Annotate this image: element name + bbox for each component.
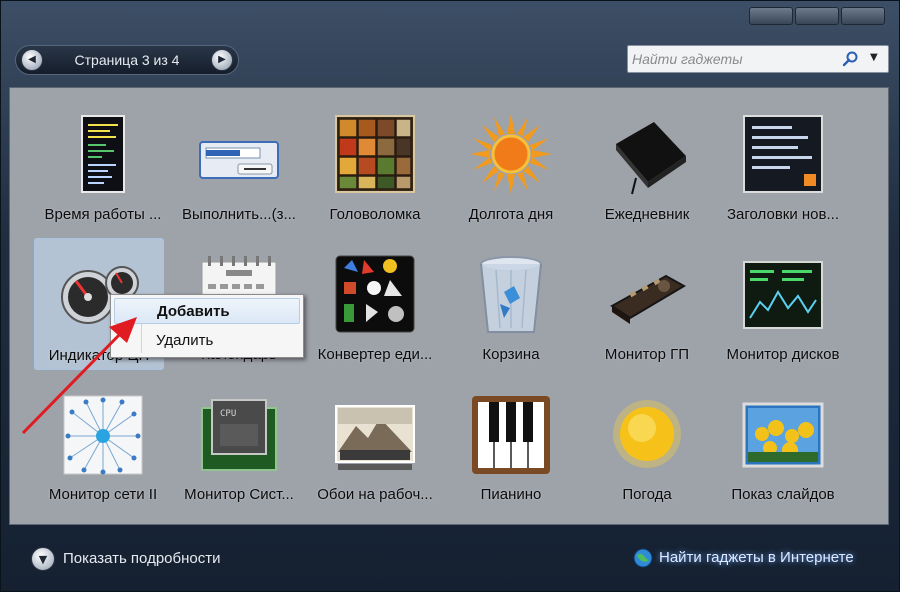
show-details-label[interactable]: Показать подробности: [63, 550, 220, 567]
chevron-right-icon: ▶: [218, 54, 226, 65]
piano-icon: [472, 396, 550, 474]
previous-page-button[interactable]: ◀: [21, 49, 43, 71]
gadget-tile[interactable]: Выполнить...(з...: [174, 98, 304, 230]
search-dropdown-button[interactable]: ▼: [870, 52, 882, 66]
search-icon[interactable]: [842, 50, 860, 68]
gadget-label: Корзина: [482, 346, 540, 363]
gadget-label: Выполнить...(з...: [182, 206, 296, 223]
search-input[interactable]: [632, 49, 842, 69]
news-headlines-icon: [743, 115, 823, 193]
gadget-gallery: Время работы ... Выполнить...(з... Голов…: [9, 87, 889, 525]
search-box: ▼: [627, 45, 889, 73]
gadget-label: Монитор сети II: [48, 486, 158, 503]
gadget-tile[interactable]: Конвертер еди...: [310, 238, 440, 370]
gadget-tile[interactable]: Долгота дня: [446, 98, 576, 230]
disk-monitor-icon: [743, 261, 823, 329]
unit-converter-icon: [335, 255, 415, 333]
network-graph-icon: [63, 395, 143, 475]
gadget-tile[interactable]: Ежедневник: [582, 98, 712, 230]
chevron-left-icon: ◀: [28, 54, 36, 65]
window-controls: [749, 7, 885, 25]
gadget-label: Монитор ГП: [604, 346, 690, 363]
gadget-label: Долгота дня: [468, 206, 554, 223]
gadget-tile[interactable]: Монитор ГП: [582, 238, 712, 370]
minimize-button[interactable]: [749, 7, 793, 25]
gpu-card-icon: [610, 274, 687, 324]
chevron-down-icon: ▼: [38, 552, 48, 566]
gadget-tile[interactable]: Погода: [582, 378, 712, 510]
bottom-bar: ▼ Показать подробности Найти гаджеты в И…: [1, 531, 900, 585]
context-menu: Добавить Удалить: [110, 294, 304, 358]
page-navigator: ◀ Страница 3 из 4 ▶: [15, 45, 239, 75]
gadget-label: Монитор Сист...: [184, 486, 294, 503]
get-gadgets-online-link[interactable]: Найти гаджеты в Интернете: [659, 549, 854, 566]
puzzle-icon: [335, 115, 415, 193]
gadget-tile[interactable]: Пианино: [446, 378, 576, 510]
gadget-label: Время работы ...: [44, 206, 162, 223]
uptime-monitor-icon: [81, 115, 125, 193]
maximize-button[interactable]: [795, 7, 839, 25]
gadget-label: Конвертер еди...: [317, 346, 433, 363]
gadget-label: Обои на рабоч...: [317, 486, 433, 503]
run-dialog-icon: [199, 141, 279, 179]
gadget-label: Пианино: [480, 486, 542, 503]
notebook-icon: [616, 122, 686, 195]
recycle-bin-icon: [480, 256, 542, 333]
gadget-tile[interactable]: Головоломка: [310, 98, 440, 230]
slideshow-icon: [742, 402, 824, 468]
gadget-label: Погода: [622, 486, 672, 503]
gadget-tile[interactable]: Корзина: [446, 238, 576, 370]
gadget-label: Заголовки нов...: [727, 206, 839, 223]
menu-item-remove[interactable]: Удалить: [114, 328, 300, 354]
gadget-label: Показ слайдов: [731, 486, 835, 503]
gadget-tile[interactable]: Обои на рабоч...: [310, 378, 440, 510]
page-indicator: Страница 3 из 4: [74, 52, 180, 68]
gadget-tile[interactable]: CPU Монитор Сист...: [174, 378, 304, 510]
gadget-tile[interactable]: Показ слайдов: [718, 378, 848, 510]
close-button[interactable]: [841, 7, 885, 25]
menu-item-add[interactable]: Добавить: [114, 298, 300, 324]
next-page-button[interactable]: ▶: [211, 49, 233, 71]
gadget-tile[interactable]: Монитор сети II: [38, 378, 168, 510]
gadget-label: Ежедневник: [604, 206, 690, 223]
gadget-label: Монитор дисков: [726, 346, 840, 363]
gadget-tile[interactable]: Заголовки нов...: [718, 98, 848, 230]
gadgets-window: ◀ Страница 3 из 4 ▶ ▼ Время рабо: [0, 0, 900, 592]
wallpaper-icon: [335, 405, 415, 470]
gadget-tile[interactable]: Время работы ...: [38, 98, 168, 230]
weather-sun-icon: [613, 400, 681, 468]
gadget-label: Головоломка: [329, 206, 421, 223]
show-details-button[interactable]: ▼: [31, 547, 55, 571]
globe-icon: [633, 548, 653, 568]
top-bar: ◀ Страница 3 из 4 ▶ ▼: [11, 41, 891, 81]
cpu-chip-icon: CPU: [201, 399, 277, 471]
svg-text:CPU: CPU: [220, 409, 236, 419]
gadget-tile[interactable]: Монитор дисков: [718, 238, 848, 370]
sun-icon: [470, 114, 552, 194]
